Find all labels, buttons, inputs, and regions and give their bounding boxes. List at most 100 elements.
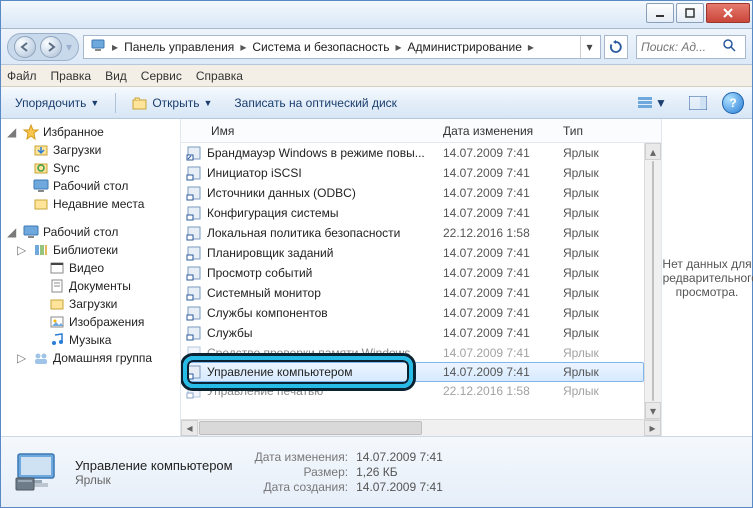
star-icon (23, 124, 39, 140)
horizontal-scrollbar[interactable]: ◂ ▸ (181, 419, 661, 436)
column-date[interactable]: Дата изменения (443, 124, 563, 138)
nav-pictures[interactable]: Изображения (1, 313, 180, 331)
scroll-up-icon[interactable]: ▴ (645, 143, 661, 160)
file-row[interactable]: Просмотр событий14.07.2009 7:41Ярлык (181, 263, 661, 283)
shortcut-icon (181, 345, 207, 361)
shortcut-icon (181, 165, 207, 181)
address-dropdown-icon[interactable]: ▾ (580, 36, 598, 58)
address-bar[interactable]: ▸ Панель управления ▸ Система и безопасн… (83, 35, 601, 59)
maximize-button[interactable] (676, 3, 704, 23)
shortcut-icon (181, 383, 207, 399)
prop-size-label: Размер: (255, 465, 349, 479)
preview-pane-toggle[interactable] (684, 92, 712, 114)
menu-tools[interactable]: Сервис (141, 69, 182, 83)
prop-size-value: 1,26 КБ (356, 465, 443, 479)
file-row[interactable]: Управление печатью22.12.2016 1:58Ярлык (181, 381, 661, 401)
file-row[interactable]: Планировщик заданий14.07.2009 7:41Ярлык (181, 243, 661, 263)
explorer-body: ◢ Избранное Загрузки Sync Рабочий стол Н… (1, 119, 752, 437)
shortcut-icon (181, 285, 207, 301)
computer-icon[interactable] (86, 37, 110, 56)
details-properties: Дата изменения: 14.07.2009 7:41 Размер: … (255, 450, 443, 494)
nav-history-dropdown[interactable]: ▾ (66, 40, 72, 54)
file-row-selected[interactable]: Управление компьютером14.07.2009 7:41Ярл… (181, 362, 644, 382)
help-button[interactable]: ? (722, 92, 744, 114)
shortcut-icon (181, 205, 207, 221)
file-row[interactable]: Конфигурация системы14.07.2009 7:41Ярлык (181, 203, 661, 223)
file-row[interactable]: Источники данных (ODBC)14.07.2009 7:41Яр… (181, 183, 661, 203)
search-icon[interactable] (717, 38, 741, 55)
nav-videos[interactable]: Видео (1, 259, 180, 277)
scroll-left-icon[interactable]: ◂ (181, 420, 198, 436)
recent-icon (33, 196, 49, 212)
file-row[interactable]: Брандмауэр Windows в режиме повы...14.07… (181, 143, 661, 163)
window-titlebar (1, 1, 752, 29)
file-list-pane: Имя Дата изменения Тип Брандмауэр Window… (181, 119, 662, 436)
open-button[interactable]: Открыть▼ (126, 93, 218, 113)
downloads-icon (33, 142, 49, 158)
column-headers: Имя Дата изменения Тип (181, 119, 661, 143)
breadcrumb-system-security[interactable]: Система и безопасность (248, 40, 393, 54)
details-pane: Управление компьютером Ярлык Дата измене… (1, 437, 752, 507)
prop-modified-label: Дата изменения: (255, 450, 349, 464)
nav-downloads-lib[interactable]: Загрузки (1, 295, 180, 313)
nav-sync[interactable]: Sync (1, 159, 180, 177)
collapse-icon[interactable]: ◢ (7, 225, 19, 239)
file-row[interactable]: Службы компонентов14.07.2009 7:41Ярлык (181, 303, 661, 323)
minimize-button[interactable] (646, 3, 674, 23)
scroll-down-icon[interactable]: ▾ (645, 402, 661, 419)
breadcrumb-administration[interactable]: Администрирование (403, 40, 525, 54)
prop-modified-value: 14.07.2009 7:41 (356, 450, 443, 464)
file-row[interactable]: Локальная политика безопасности22.12.201… (181, 223, 661, 243)
nav-downloads[interactable]: Загрузки (1, 141, 180, 159)
scrollbar-thumb[interactable] (652, 161, 654, 401)
organize-button[interactable]: Упорядочить▼ (9, 94, 105, 112)
view-mode-button[interactable]: ▼ (630, 92, 674, 114)
menu-view[interactable]: Вид (105, 69, 127, 83)
file-row[interactable]: Средство проверки памяти Windows14.07.20… (181, 343, 661, 363)
menu-file[interactable]: Файл (7, 69, 37, 83)
scroll-right-icon[interactable]: ▸ (644, 420, 661, 436)
shortcut-icon (181, 364, 207, 380)
libraries-icon (33, 242, 49, 258)
search-box[interactable] (636, 35, 746, 59)
file-row[interactable]: Инициатор iSCSI14.07.2009 7:41Ярлык (181, 163, 661, 183)
desktop-group[interactable]: ◢ Рабочий стол (1, 223, 180, 241)
burn-button[interactable]: Записать на оптический диск (228, 94, 403, 112)
file-row[interactable]: Системный монитор14.07.2009 7:41Ярлык (181, 283, 661, 303)
menu-bar: Файл Правка Вид Сервис Справка (1, 65, 752, 87)
vertical-scrollbar[interactable]: ▴ ▾ (644, 143, 661, 419)
breadcrumb-control-panel[interactable]: Панель управления (120, 40, 238, 54)
chevron-right-icon[interactable]: ▸ (393, 40, 403, 54)
nav-homegroup[interactable]: ▷Домашняя группа (1, 349, 180, 367)
chevron-right-icon[interactable]: ▸ (110, 40, 120, 54)
pictures-icon (49, 314, 65, 330)
preview-empty-text: Нет данных для предварительного просмотр… (656, 257, 753, 299)
collapse-icon[interactable]: ◢ (7, 125, 19, 139)
column-name[interactable]: Имя (181, 124, 443, 138)
downloads-icon (49, 296, 65, 312)
homegroup-icon (33, 350, 49, 366)
menu-help[interactable]: Справка (196, 69, 243, 83)
back-button[interactable] (14, 36, 36, 58)
column-type[interactable]: Тип (563, 124, 643, 138)
menu-edit[interactable]: Правка (51, 69, 92, 83)
shortcut-icon (181, 305, 207, 321)
forward-button[interactable] (40, 36, 62, 58)
favorites-group[interactable]: ◢ Избранное (1, 123, 180, 141)
chevron-right-icon[interactable]: ▸ (238, 40, 248, 54)
shortcut-icon (181, 265, 207, 281)
nav-documents[interactable]: Документы (1, 277, 180, 295)
open-icon (132, 95, 148, 111)
nav-desktop[interactable]: Рабочий стол (1, 177, 180, 195)
nav-libraries[interactable]: ▷Библиотеки (1, 241, 180, 259)
nav-music[interactable]: Музыка (1, 331, 180, 349)
file-row[interactable]: Службы14.07.2009 7:41Ярлык (181, 323, 661, 343)
file-list[interactable]: Брандмауэр Windows в режиме повы...14.07… (181, 143, 661, 419)
prop-created-label: Дата создания: (255, 480, 349, 494)
nav-recent[interactable]: Недавние места (1, 195, 180, 213)
refresh-button[interactable] (604, 35, 628, 59)
close-button[interactable] (706, 3, 750, 23)
chevron-right-icon[interactable]: ▸ (526, 40, 536, 54)
search-input[interactable] (637, 40, 717, 54)
scrollbar-thumb[interactable] (199, 421, 422, 435)
